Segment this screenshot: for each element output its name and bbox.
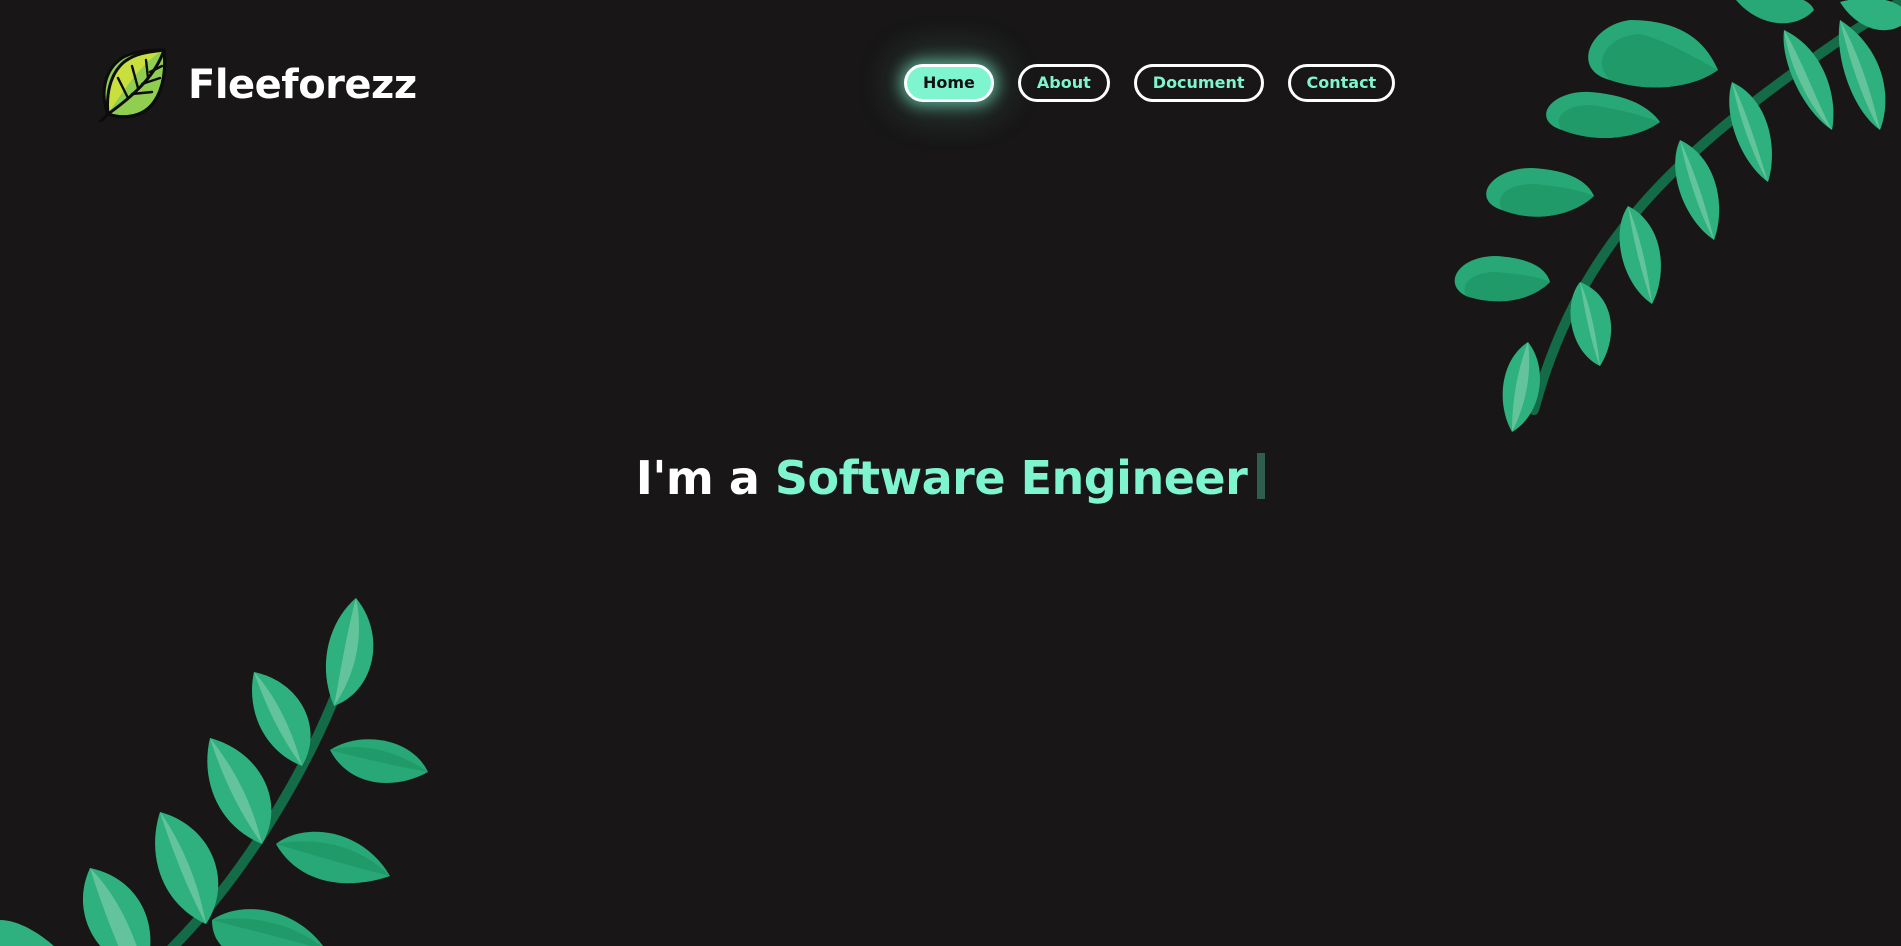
brand[interactable]: Fleeforezz [98, 48, 417, 122]
leaf-icon [98, 48, 167, 122]
nav-document-button[interactable]: Document [1133, 64, 1264, 102]
main-nav: Home About Document Contact [904, 64, 1396, 102]
nav-contact-button[interactable]: Contact [1287, 64, 1396, 102]
vine-leaves-illustration [1454, 0, 1901, 432]
nav-about-button[interactable]: About [1017, 64, 1110, 102]
brand-name: Fleeforezz [188, 62, 417, 108]
hero-prefix: I'm a [635, 451, 760, 505]
hero-headline: I'm a Software Engineer [0, 446, 1901, 510]
nav-home-button[interactable]: Home [904, 64, 994, 102]
hero-role: Software Engineer [774, 451, 1248, 505]
typing-cursor [1257, 453, 1266, 499]
vine-leaves-illustration [0, 598, 428, 946]
page: Fleeforezz Home About Document Contact I… [0, 0, 1901, 946]
